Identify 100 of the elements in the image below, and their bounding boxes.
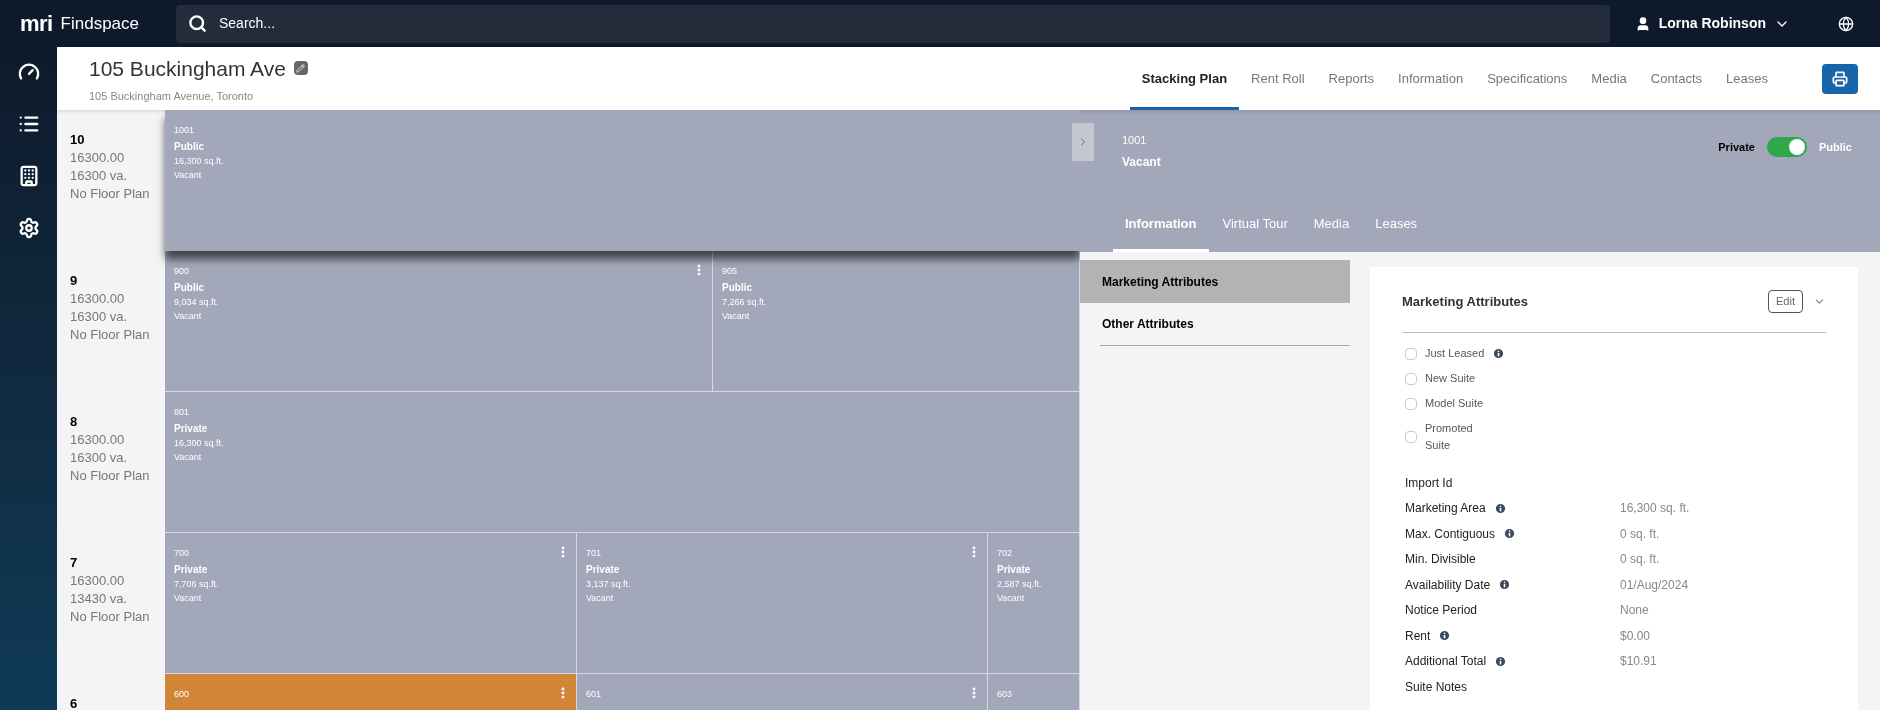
- suite-number: 601: [586, 688, 602, 701]
- info-icon[interactable]: [1503, 527, 1517, 541]
- side-nav-item[interactable]: Marketing Attributes: [1080, 260, 1350, 303]
- side-nav-item[interactable]: Other Attributes: [1100, 303, 1350, 346]
- field-value: 0 sq. ft.: [1620, 551, 1660, 569]
- field-label: Marketing Area: [1405, 500, 1486, 518]
- globe-icon[interactable]: [1838, 15, 1854, 32]
- printer-icon: [1832, 70, 1848, 87]
- toggle-label: Private: [1718, 139, 1755, 155]
- floor-number: 7: [70, 554, 79, 572]
- suite-block[interactable]: 603: [988, 674, 1080, 710]
- suite-status: Vacant: [1122, 153, 1161, 171]
- floor-va: 16300 va.: [70, 167, 129, 185]
- suite-block[interactable]: 601: [577, 674, 988, 710]
- suite-block[interactable]: 1001 Public 16,300 sq.ft. Vacant: [165, 110, 1080, 251]
- field-value: None: [1620, 602, 1649, 620]
- edit-button[interactable]: Edit: [1768, 290, 1803, 313]
- nav-tab[interactable]: Contacts: [1638, 47, 1715, 110]
- detail-tab[interactable]: Media: [1301, 213, 1362, 252]
- info-icon[interactable]: [1498, 578, 1512, 592]
- search-input[interactable]: Search...: [219, 13, 1598, 34]
- nav-tab[interactable]: Information: [1386, 47, 1476, 110]
- floor-va: 16300 va.: [70, 449, 129, 467]
- suite-status: Vacant: [586, 592, 614, 605]
- suite-area: 16,300 sq.ft.: [174, 154, 224, 168]
- field-label: Import Id: [1405, 474, 1453, 492]
- edit-button[interactable]: [293, 61, 308, 76]
- search-icon: [188, 14, 207, 33]
- floor-area: 16300.00: [70, 290, 165, 308]
- toggle-label: Public: [1819, 139, 1852, 155]
- detail-tab[interactable]: Information: [1113, 213, 1209, 252]
- settings-icon[interactable]: [17, 217, 40, 239]
- nav-tab[interactable]: Media: [1579, 47, 1639, 110]
- info-icon[interactable]: [1492, 347, 1506, 360]
- nav-tab[interactable]: Rent Roll: [1239, 47, 1317, 110]
- floor-va: 13430 va.: [70, 590, 129, 608]
- suite-status: Vacant: [722, 310, 750, 323]
- list-icon[interactable]: [17, 113, 40, 135]
- suite-block[interactable]: 701 Private 3,137 sq.ft. Vacant: [577, 533, 988, 674]
- checkbox[interactable]: [1405, 397, 1417, 410]
- checkbox-label: New Suite: [1425, 371, 1476, 386]
- suite-visibility: Public: [174, 281, 204, 295]
- suite-number: 603: [997, 688, 1013, 701]
- logo: mri: [20, 10, 53, 38]
- floor-number: 6: [70, 695, 79, 710]
- field-value: $10.91: [1620, 653, 1657, 671]
- property-title: 105 Buckingham Ave: [89, 55, 286, 82]
- checkbox-label: Promoted Suite: [1425, 421, 1474, 453]
- info-icon[interactable]: [1494, 654, 1508, 668]
- suite-status: Vacant: [997, 592, 1025, 605]
- suite-area: 7,266 sq.ft.: [722, 295, 767, 309]
- suite-visibility: Private: [586, 563, 620, 577]
- floor-number: 8: [70, 413, 79, 431]
- floor-number: 10: [70, 131, 86, 149]
- floor-plan-status: No Floor Plan: [70, 185, 151, 203]
- suite-number: 1001: [1122, 133, 1148, 148]
- nav-tab[interactable]: Specifications: [1475, 47, 1580, 110]
- suite-block[interactable]: 905 Public 7,266 sq.ft. Vacant: [713, 251, 1080, 392]
- floor-plan-status: No Floor Plan: [70, 467, 151, 485]
- detail-tab[interactable]: Virtual Tour: [1210, 213, 1300, 252]
- suite-status: Vacant: [174, 169, 202, 182]
- suite-visibility: Private: [174, 422, 208, 436]
- search-field[interactable]: Search...: [176, 4, 1610, 43]
- checkbox[interactable]: [1405, 372, 1417, 385]
- info-icon[interactable]: [1438, 629, 1452, 643]
- field-label: Additional Total: [1405, 653, 1487, 671]
- nav-tab[interactable]: Leases: [1714, 47, 1780, 110]
- suite-number: 600: [174, 688, 190, 701]
- suite-block[interactable]: 900 Public 9,034 sq.ft. Vacant: [165, 251, 713, 392]
- suite-number: 905: [722, 265, 738, 278]
- field-value: 16,300 sq. ft.: [1620, 500, 1690, 518]
- suite-block[interactable]: 801 Private 16,300 sq.ft. Vacant: [165, 392, 1080, 533]
- suite-block[interactable]: 600: [165, 674, 577, 710]
- field-label: Rent: [1405, 627, 1431, 645]
- checkbox[interactable]: [1405, 431, 1417, 443]
- floor-plan-status: No Floor Plan: [70, 326, 151, 344]
- suite-status: Vacant: [174, 592, 202, 605]
- checkbox-label: Just Leased: [1425, 346, 1485, 361]
- field-label: Min. Divisible: [1405, 551, 1476, 569]
- field-label: Suite Notes: [1405, 678, 1468, 696]
- detail-tab[interactable]: Leases: [1363, 213, 1430, 252]
- suite-block[interactable]: 702 Private 2,587 sq.ft. Vacant: [988, 533, 1080, 674]
- floor-area: 16300.00: [70, 149, 165, 167]
- print-button[interactable]: [1822, 63, 1858, 94]
- floor-va: 16300 va.: [70, 308, 129, 326]
- user-menu[interactable]: Lorna Robinson: [1634, 13, 1790, 34]
- floor-number: 9: [70, 272, 79, 290]
- checkbox[interactable]: [1405, 347, 1417, 360]
- field-label: Notice Period: [1405, 602, 1478, 620]
- field-value: $0.00: [1620, 627, 1651, 645]
- suite-block[interactable]: 700 Private 7,706 sq.ft. Vacant: [165, 533, 577, 674]
- field-value: 0 sq. ft.: [1620, 525, 1660, 543]
- property-address: 105 Buckingham Avenue, Toronto: [89, 89, 255, 104]
- nav-tab[interactable]: Reports: [1316, 47, 1387, 110]
- suite-visibility: Private: [997, 563, 1031, 577]
- suite-area: 3,137 sq.ft.: [586, 577, 631, 591]
- visibility-toggle[interactable]: [1767, 137, 1807, 157]
- suite-number: 702: [997, 547, 1013, 560]
- field-value: 01/Aug/2024: [1620, 576, 1689, 594]
- info-icon[interactable]: [1493, 501, 1507, 515]
